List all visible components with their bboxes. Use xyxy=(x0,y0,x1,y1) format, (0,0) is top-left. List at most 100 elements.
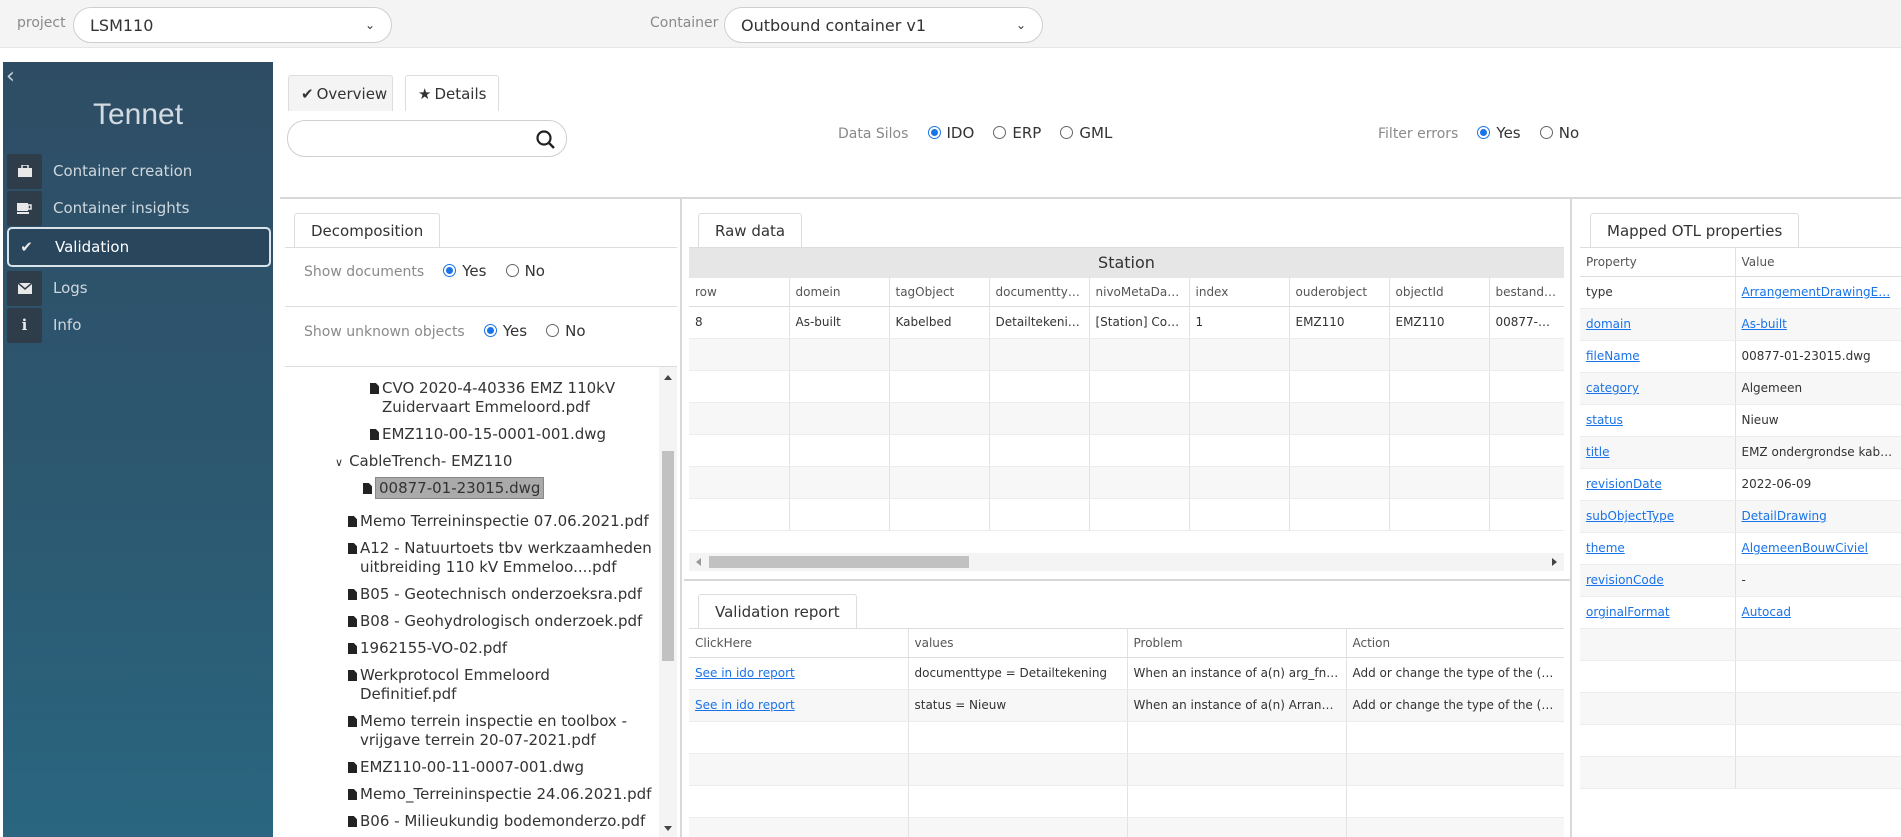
container-select[interactable]: Outbound container v1 ⌄ xyxy=(724,7,1043,43)
table-row[interactable]: title EMZ ondergrondse kabels xyxy=(1580,436,1901,469)
table-row[interactable]: See in ido report documenttype = Detailt… xyxy=(689,657,1564,690)
radio-unknown-yes[interactable] xyxy=(483,324,497,337)
scroll-left-icon[interactable] xyxy=(696,558,701,566)
column-header[interactable]: row xyxy=(689,278,790,307)
scroll-thumb[interactable] xyxy=(662,451,674,661)
column-header[interactable]: Action xyxy=(1346,629,1564,658)
tree-item[interactable]: EMZ110-00-11-0007-001.dwg xyxy=(348,758,584,777)
radio-filter-no[interactable] xyxy=(1539,126,1553,139)
table-row[interactable]: theme AlgemeenBouwCiviel xyxy=(1580,532,1901,565)
column-header[interactable]: index xyxy=(1189,278,1290,307)
container-select-value: Outbound container v1 xyxy=(741,15,927,35)
column-header[interactable]: values xyxy=(908,629,1128,658)
table-row[interactable]: orginalFormat Autocad xyxy=(1580,596,1901,629)
file-icon xyxy=(348,516,357,527)
tree-item[interactable]: EMZ110-00-15-0001-001.dwg xyxy=(370,425,606,444)
property-link[interactable]: orginalFormat xyxy=(1586,605,1670,619)
table-row[interactable]: See in ido report status = Nieuw When an… xyxy=(689,689,1564,722)
property-link[interactable]: revisionCode xyxy=(1586,573,1664,587)
radio-filter-yes[interactable] xyxy=(1477,126,1491,139)
tab-raw-data[interactable]: Raw data xyxy=(698,213,803,248)
file-icon xyxy=(363,483,372,494)
tab-details[interactable]: ★ Details xyxy=(405,75,499,111)
column-header[interactable]: ouderobject xyxy=(1289,278,1390,307)
ido-report-link[interactable]: See in ido report xyxy=(695,698,795,712)
value-link[interactable]: DetailDrawing xyxy=(1742,509,1827,523)
tree-item[interactable]: CVO 2020-4-40336 EMZ 110kV xyxy=(370,379,615,398)
tab-decomposition[interactable]: Decomposition xyxy=(294,213,441,248)
sidebar-item-logs[interactable]: Logs xyxy=(7,270,271,306)
tab-overview[interactable]: ✔ Overview xyxy=(288,75,393,111)
tree-item[interactable]: Memo terrein inspectie en toolbox - xyxy=(348,712,627,731)
tree-scrollbar[interactable] xyxy=(659,367,677,837)
tree-item[interactable]: A12 - Natuurtoets tbv werkzaamheden xyxy=(348,539,652,558)
tree-item[interactable]: Memo_Terreininspectie 24.06.2021.pdf xyxy=(348,785,651,804)
property-link[interactable]: category xyxy=(1586,381,1639,395)
value-link[interactable]: ArrangementDrawingE… xyxy=(1742,285,1891,299)
scroll-down-icon[interactable] xyxy=(664,826,672,831)
tree-item[interactable]: Memo Terreininspectie 07.06.2021.pdf xyxy=(348,512,649,531)
radio-docs-no[interactable] xyxy=(505,264,519,277)
property-link[interactable]: status xyxy=(1586,413,1623,427)
table-row[interactable]: subObjectType DetailDrawing xyxy=(1580,500,1901,533)
ido-report-link[interactable]: See in ido report xyxy=(695,666,795,680)
column-header[interactable]: Property xyxy=(1580,248,1736,277)
tree-folder[interactable]: ∨ CableTrench- EMZ110 xyxy=(335,452,512,472)
show-unknown-filter: Show unknown objects Yes No xyxy=(304,321,586,340)
radio-erp[interactable] xyxy=(993,126,1007,139)
raw-data-hscrollbar[interactable] xyxy=(689,553,1564,571)
property-link[interactable]: subObjectType xyxy=(1586,509,1674,523)
table-row[interactable]: 8 As-built Kabelbed Detailtekening [Stat… xyxy=(689,306,1564,339)
property-link[interactable]: domain xyxy=(1586,317,1631,331)
project-select[interactable]: LSM110 ⌄ xyxy=(73,7,392,43)
tree-item[interactable]: Werkprotocol Emmeloord xyxy=(348,666,550,685)
property-link[interactable]: fileName xyxy=(1586,349,1640,363)
tree-item-selected[interactable]: 00877-01-23015.dwg xyxy=(363,477,545,499)
tree-item[interactable]: 1962155-VO-02.pdf xyxy=(348,639,507,658)
tree-item[interactable]: B06 - Milieukundig bodemonderzo.pdf xyxy=(348,812,645,831)
column-header[interactable]: bestandsnaa xyxy=(1489,278,1564,307)
table-row[interactable]: category Algemeen xyxy=(1580,372,1901,405)
tree-item[interactable]: B08 - Geohydrologisch onderzoek.pdf xyxy=(348,612,642,631)
coffee-icon xyxy=(7,190,42,226)
property-link[interactable]: title xyxy=(1586,445,1609,459)
scroll-thumb[interactable] xyxy=(709,556,969,568)
sidebar-item-validation[interactable]: ✔ Validation xyxy=(7,227,271,267)
table-row[interactable]: status Nieuw xyxy=(1580,404,1901,437)
value-link[interactable]: As-built xyxy=(1742,317,1787,331)
sidebar-item-info[interactable]: i Info xyxy=(7,307,271,343)
value-cell: 2022-06-09 xyxy=(1735,468,1901,501)
column-header[interactable]: tagObject xyxy=(889,278,990,307)
raw-data-grid: Station row domein tagObject documenttyp… xyxy=(689,247,1564,579)
value-link[interactable]: AlgemeenBouwCiviel xyxy=(1742,541,1868,555)
search-input[interactable] xyxy=(287,120,567,157)
radio-gml[interactable] xyxy=(1060,126,1074,139)
collapse-icon[interactable]: ‹ xyxy=(6,64,15,89)
column-header[interactable]: Problem xyxy=(1127,629,1347,658)
tree-item-cont: vrijgave terrein 20-07-2021.pdf xyxy=(360,731,596,749)
sidebar-item-container-creation[interactable]: Container creation xyxy=(7,153,271,189)
scroll-right-icon[interactable] xyxy=(1552,558,1557,566)
table-row[interactable]: domain As-built xyxy=(1580,308,1901,341)
radio-unknown-no[interactable] xyxy=(546,324,560,337)
column-header[interactable]: ClickHere xyxy=(689,629,909,658)
value-link[interactable]: Autocad xyxy=(1742,605,1791,619)
column-header[interactable]: nivoMetaDat… xyxy=(1089,278,1190,307)
radio-ido[interactable] xyxy=(927,126,941,139)
property-link[interactable]: revisionDate xyxy=(1586,477,1662,491)
table-row[interactable]: type ArrangementDrawingE… xyxy=(1580,276,1901,309)
table-row[interactable]: fileName 00877-01-23015.dwg xyxy=(1580,340,1901,373)
property-link[interactable]: theme xyxy=(1586,541,1625,555)
table-row[interactable]: revisionDate 2022-06-09 xyxy=(1580,468,1901,501)
tab-mapped-otl[interactable]: Mapped OTL properties xyxy=(1590,213,1800,248)
sidebar-item-container-insights[interactable]: Container insights xyxy=(7,190,271,226)
radio-docs-yes[interactable] xyxy=(443,264,457,277)
table-row[interactable]: revisionCode - xyxy=(1580,564,1901,597)
column-header[interactable]: objectId xyxy=(1389,278,1490,307)
tree-item[interactable]: B05 - Geotechnisch onderzoeksra.pdf xyxy=(348,585,642,604)
column-header[interactable]: domein xyxy=(789,278,890,307)
column-header[interactable]: Value xyxy=(1735,248,1901,277)
scroll-up-icon[interactable] xyxy=(664,375,672,380)
column-header[interactable]: documenttype xyxy=(989,278,1090,307)
tab-validation-report[interactable]: Validation report xyxy=(698,594,857,629)
